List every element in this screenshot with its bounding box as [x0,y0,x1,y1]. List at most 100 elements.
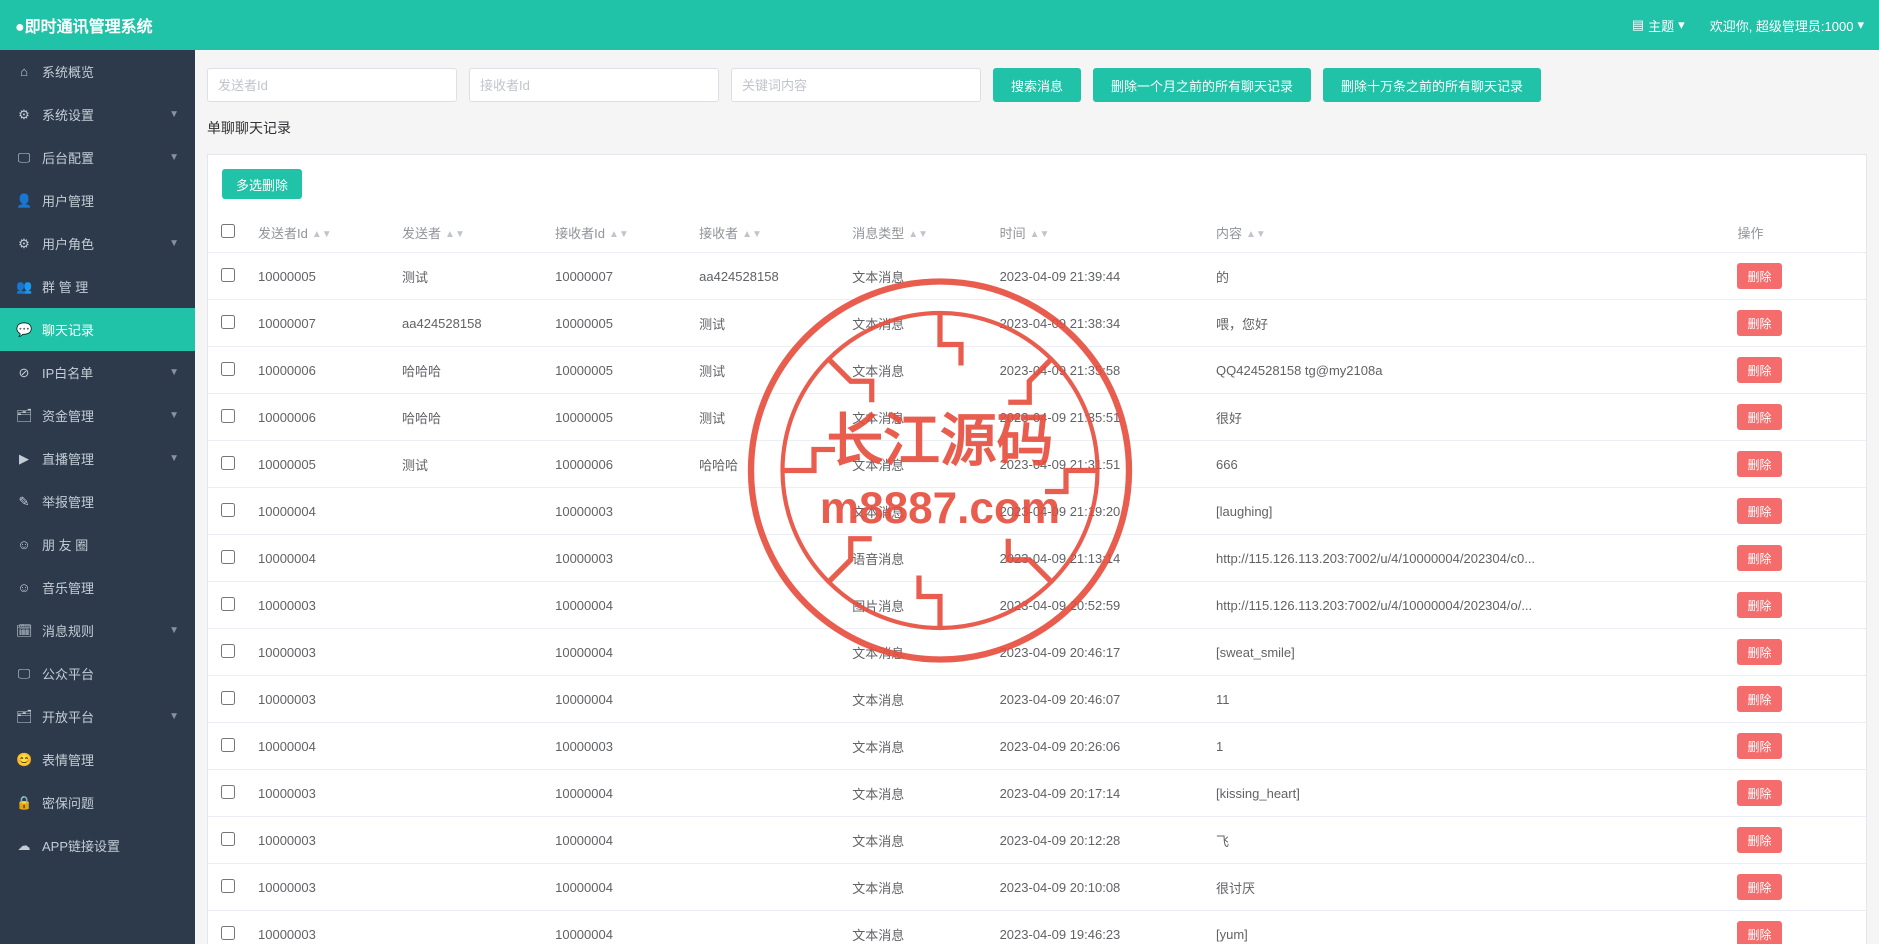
chevron-down-icon: ▼ [169,711,179,722]
row-delete-button[interactable]: 删除 [1737,827,1781,853]
search-button[interactable]: 搜索消息 [993,68,1081,102]
receiver-id-input[interactable] [469,68,719,102]
sidebar-item-8[interactable]: 🗂资金管理▼ [0,394,195,437]
row-checkbox[interactable] [221,738,235,752]
sidebar-item-18[interactable]: ☁APP链接设置 [0,824,195,867]
sidebar-item-15[interactable]: 🗂开放平台▼ [0,695,195,738]
sidebar-item-16[interactable]: 😊表情管理 [0,738,195,781]
row-checkbox[interactable] [221,268,235,282]
cell-msg-type: 文本消息 [842,864,989,911]
col-content: 内容▲▼ [1206,213,1727,253]
cell-receiver-id: 10000003 [545,723,689,770]
cell-msg-type: 文本消息 [842,817,989,864]
delete-100k-button[interactable]: 删除十万条之前的所有聊天记录 [1323,68,1541,102]
row-delete-button[interactable]: 删除 [1737,686,1781,712]
sidebar-item-10[interactable]: ✎举报管理 [0,480,195,523]
row-checkbox[interactable] [221,456,235,470]
cell-receiver [689,582,842,629]
sort-icon[interactable]: ▲▼ [609,232,629,237]
row-delete-button[interactable]: 删除 [1737,451,1781,477]
delete-month-button[interactable]: 删除一个月之前的所有聊天记录 [1093,68,1311,102]
sidebar-item-0[interactable]: ⌂系统概览 [0,50,195,93]
sort-icon[interactable]: ▲▼ [1246,232,1266,237]
row-delete-button[interactable]: 删除 [1737,874,1781,900]
sort-icon[interactable]: ▲▼ [445,232,465,237]
table-row: 10000004 10000003 文本消息 2023-04-09 21:19:… [208,488,1866,535]
nav-label: 音乐管理 [42,578,94,597]
row-delete-button[interactable]: 删除 [1737,592,1781,618]
row-delete-button[interactable]: 删除 [1737,545,1781,571]
row-checkbox[interactable] [221,550,235,564]
nav-icon: 🖵 [16,150,32,166]
cell-receiver [689,488,842,535]
row-delete-button[interactable]: 删除 [1737,921,1781,944]
cell-time: 2023-04-09 19:46:23 [990,911,1206,944]
row-checkbox[interactable] [221,926,235,940]
sender-id-input[interactable] [207,68,457,102]
row-checkbox[interactable] [221,315,235,329]
sort-icon[interactable]: ▲▼ [1030,232,1050,237]
cell-receiver: 哈哈哈 [689,441,842,488]
row-checkbox[interactable] [221,785,235,799]
row-delete-button[interactable]: 删除 [1737,263,1781,289]
sidebar-item-9[interactable]: ▶直播管理▼ [0,437,195,480]
sort-icon[interactable]: ▲▼ [908,232,928,237]
cell-content: 很讨厌 [1206,864,1727,911]
sort-icon[interactable]: ▲▼ [742,232,762,237]
chat-table: 发送者Id▲▼ 发送者▲▼ 接收者Id▲▼ 接收者▲▼ 消息类型▲▼ 时间▲▼ … [208,213,1866,944]
row-delete-button[interactable]: 删除 [1737,310,1781,336]
row-checkbox[interactable] [221,879,235,893]
chevron-down-icon: ▼ [169,152,179,163]
cell-sender [392,629,545,676]
row-checkbox[interactable] [221,362,235,376]
cell-sender [392,582,545,629]
sidebar-item-17[interactable]: 🔒密保问题 [0,781,195,824]
sidebar-item-7[interactable]: ⊘IP白名单▼ [0,351,195,394]
row-delete-button[interactable]: 删除 [1737,404,1781,430]
sidebar-item-6[interactable]: 💬聊天记录 [0,308,195,351]
sidebar-item-12[interactable]: ☺音乐管理 [0,566,195,609]
sidebar-item-1[interactable]: ⚙系统设置▼ [0,93,195,136]
sidebar-item-2[interactable]: 🖵后台配置▼ [0,136,195,179]
sidebar-item-3[interactable]: 👤用户管理 [0,179,195,222]
cell-time: 2023-04-09 20:26:06 [990,723,1206,770]
cell-receiver-id: 10000005 [545,300,689,347]
keyword-input[interactable] [731,68,981,102]
row-checkbox[interactable] [221,597,235,611]
sort-icon[interactable]: ▲▼ [312,232,332,237]
cell-msg-type: 文本消息 [842,488,989,535]
col-receiver: 接收者▲▼ [689,213,842,253]
col-action: 操作 [1727,213,1826,253]
row-delete-button[interactable]: 删除 [1737,780,1781,806]
row-delete-button[interactable]: 删除 [1737,639,1781,665]
app-title: ●即时通讯管理系统 [15,13,153,37]
row-checkbox[interactable] [221,503,235,517]
row-checkbox[interactable] [221,832,235,846]
row-delete-button[interactable]: 删除 [1737,733,1781,759]
nav-icon: 🖵 [16,666,32,682]
tab-label: 单聊聊天记录 [195,110,1879,150]
nav-label: 消息规则 [42,621,94,640]
theme-switcher[interactable]: ▤ 主题 ▾ [1632,16,1685,35]
cell-receiver-id: 10000005 [545,347,689,394]
table-row: 10000005 测试 10000007 aa424528158 文本消息 20… [208,253,1866,300]
sidebar-item-4[interactable]: ⚙用户角色▼ [0,222,195,265]
user-menu[interactable]: 欢迎你, 超级管理员:1000 ▾ [1710,16,1864,35]
row-delete-button[interactable]: 删除 [1737,498,1781,524]
bulk-delete-button[interactable]: 多选删除 [222,169,302,199]
cell-receiver-id: 10000004 [545,864,689,911]
cell-sender [392,535,545,582]
cell-msg-type: 文本消息 [842,723,989,770]
row-delete-button[interactable]: 删除 [1737,357,1781,383]
select-all-checkbox[interactable] [221,224,235,238]
row-checkbox[interactable] [221,691,235,705]
sidebar-item-11[interactable]: ☺朋 友 圈 [0,523,195,566]
row-checkbox[interactable] [221,409,235,423]
sidebar-item-13[interactable]: 🗓消息规则▼ [0,609,195,652]
sidebar-item-5[interactable]: 👥群 管 理 [0,265,195,308]
row-checkbox[interactable] [221,644,235,658]
cell-receiver-id: 10000003 [545,535,689,582]
nav-icon: ⌂ [16,64,32,79]
table-row: 10000003 10000004 文本消息 2023-04-09 20:10:… [208,864,1866,911]
sidebar-item-14[interactable]: 🖵公众平台 [0,652,195,695]
